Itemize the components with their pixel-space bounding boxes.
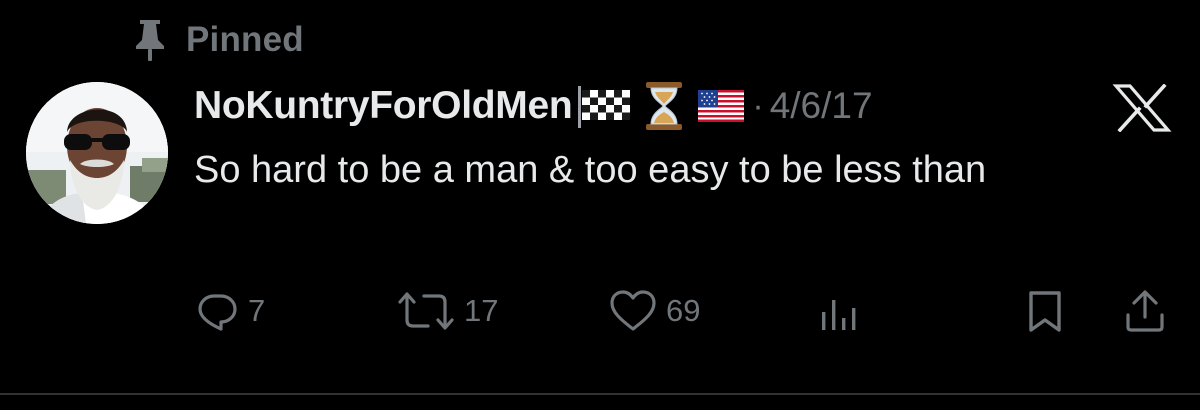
- share-icon: [1126, 290, 1164, 332]
- bookmark-button[interactable]: [1024, 286, 1066, 336]
- retweet-button[interactable]: 17: [396, 286, 498, 336]
- like-count: 69: [666, 293, 701, 328]
- retweet-icon: [398, 292, 454, 330]
- retweet-count: 17: [464, 293, 499, 328]
- pin-icon: [136, 20, 164, 61]
- share-button[interactable]: [1120, 286, 1170, 336]
- action-bar: 7 17 69: [0, 286, 1200, 336]
- reply-count: 7: [248, 293, 266, 328]
- checkered-flag-emoji: [576, 84, 632, 128]
- x-logo-icon[interactable]: [1112, 84, 1172, 132]
- heart-icon: [610, 290, 656, 331]
- tweet-header: NoKuntryForOldMen · 4/6/17: [194, 80, 873, 132]
- tweet-text: So hard to be a man & too easy to be les…: [194, 149, 987, 191]
- hourglass-emoji: [644, 81, 684, 131]
- views-button[interactable]: [818, 286, 862, 336]
- avatar[interactable]: [26, 82, 168, 224]
- views-icon: [822, 300, 856, 330]
- display-name[interactable]: NoKuntryForOldMen: [194, 84, 573, 128]
- pinned-indicator: Pinned: [132, 18, 304, 62]
- meta-separator: ·: [752, 86, 764, 125]
- pinned-label: Pinned: [186, 20, 304, 59]
- tweet-date[interactable]: 4/6/17: [770, 85, 873, 127]
- us-flag-emoji: [698, 90, 745, 122]
- bookmark-icon: [1029, 291, 1061, 332]
- reply-icon: [198, 294, 237, 331]
- tweet-card[interactable]: Pinned NoKuntryForOldMen · 4/6/17 So har…: [0, 0, 1200, 392]
- divider: [0, 393, 1200, 395]
- like-button[interactable]: 69: [608, 286, 700, 336]
- reply-button[interactable]: 7: [194, 286, 265, 336]
